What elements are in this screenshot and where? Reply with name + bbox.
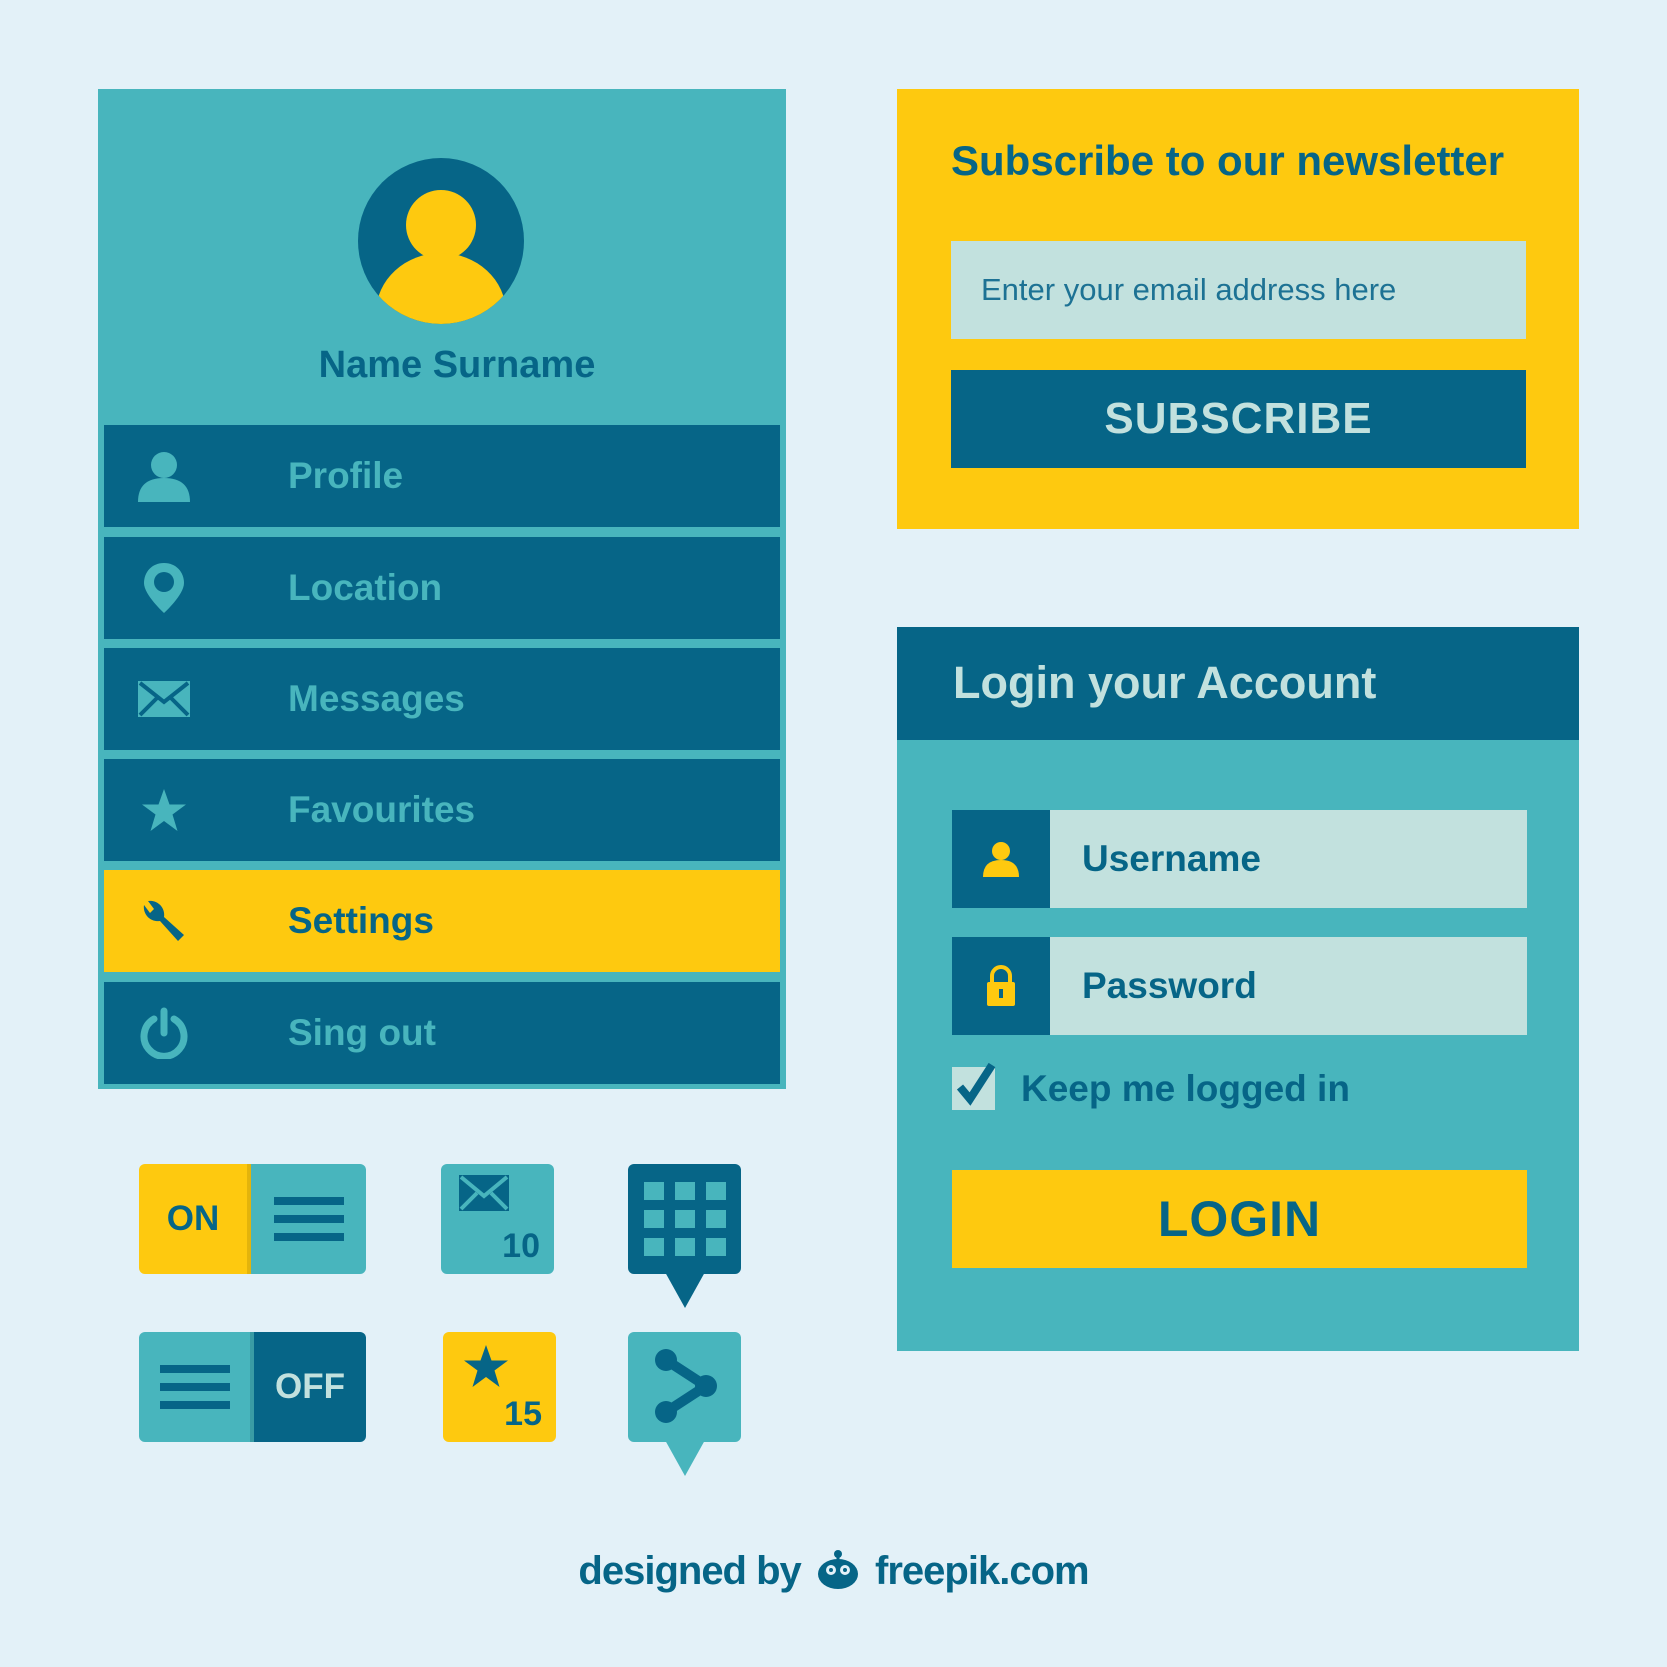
toggle-on-label: ON (139, 1164, 251, 1274)
credit-site: freepik.com (875, 1549, 1090, 1593)
menu-label-location: Location (288, 567, 443, 608)
user-icon (952, 810, 1050, 908)
newsletter-card: Subscribe to our newsletter SUBSCRIBE (897, 89, 1579, 529)
checkmark-icon (956, 1062, 996, 1106)
toggle-on[interactable]: ON (139, 1164, 366, 1274)
subscribe-button[interactable]: SUBSCRIBE (951, 370, 1526, 468)
username-input[interactable]: Username (1050, 810, 1527, 908)
profile-name: Name Surname (318, 344, 596, 386)
login-card: Login your Account Username Password Kee… (897, 627, 1579, 1351)
share-pin-button[interactable] (628, 1332, 741, 1476)
toggle-off-label: OFF (254, 1332, 366, 1442)
avatar (358, 158, 524, 324)
grid-icon (644, 1182, 726, 1256)
envelope-icon (459, 1175, 509, 1211)
login-button[interactable]: LOGIN (952, 1170, 1527, 1268)
favourites-count: 15 (504, 1395, 542, 1433)
toggle-off[interactable]: OFF (139, 1332, 366, 1442)
menu-label-sign-out: Sing out (288, 1012, 436, 1053)
star-icon (464, 1345, 508, 1387)
newsletter-title: Subscribe to our newsletter (951, 137, 1505, 184)
menu-item-messages[interactable]: Messages (104, 648, 780, 750)
lock-icon (952, 937, 1050, 1035)
menu-icon (251, 1164, 366, 1274)
menu-label-settings: Settings (288, 900, 434, 941)
wrench-icon (104, 870, 224, 972)
keep-logged-in-label: Keep me logged in (1021, 1067, 1350, 1109)
email-input[interactable] (951, 241, 1526, 339)
keep-logged-in-checkbox[interactable] (952, 1062, 996, 1110)
keep-logged-in-row[interactable]: Keep me logged in (952, 1062, 1350, 1110)
password-field[interactable]: Password (952, 937, 1527, 1035)
power-icon (104, 982, 224, 1084)
location-pin-icon (104, 537, 224, 639)
login-header: Login your Account (897, 627, 1579, 740)
user-icon (104, 425, 224, 527)
messages-count: 10 (502, 1227, 540, 1265)
star-icon (104, 759, 224, 861)
menu-label-profile: Profile (288, 455, 404, 496)
menu-item-sign-out[interactable]: Sing out (104, 982, 780, 1084)
freepik-logo-icon (815, 1548, 861, 1600)
profile-menu-panel: Name Surname Profile Location Messages F… (98, 89, 786, 1089)
envelope-icon (104, 648, 224, 750)
menu-item-location[interactable]: Location (104, 537, 780, 639)
password-input[interactable]: Password (1050, 937, 1527, 1035)
messages-badge[interactable]: 10 (441, 1164, 554, 1274)
favourites-badge[interactable]: 15 (443, 1332, 556, 1442)
menu-label-favourites: Favourites (288, 789, 476, 830)
menu-label-messages: Messages (288, 678, 465, 719)
share-icon (655, 1349, 717, 1423)
credit-line: designed by freepik.com (0, 1548, 1667, 1600)
menu-item-profile[interactable]: Profile (104, 425, 780, 527)
menu-item-favourites[interactable]: Favourites (104, 759, 780, 861)
grid-pin-button[interactable] (628, 1164, 741, 1308)
menu-item-settings[interactable]: Settings (104, 870, 780, 972)
login-title: Login your Account (953, 657, 1377, 708)
username-field[interactable]: Username (952, 810, 1527, 908)
menu-icon (139, 1332, 254, 1442)
credit-prefix: designed by (578, 1549, 801, 1593)
